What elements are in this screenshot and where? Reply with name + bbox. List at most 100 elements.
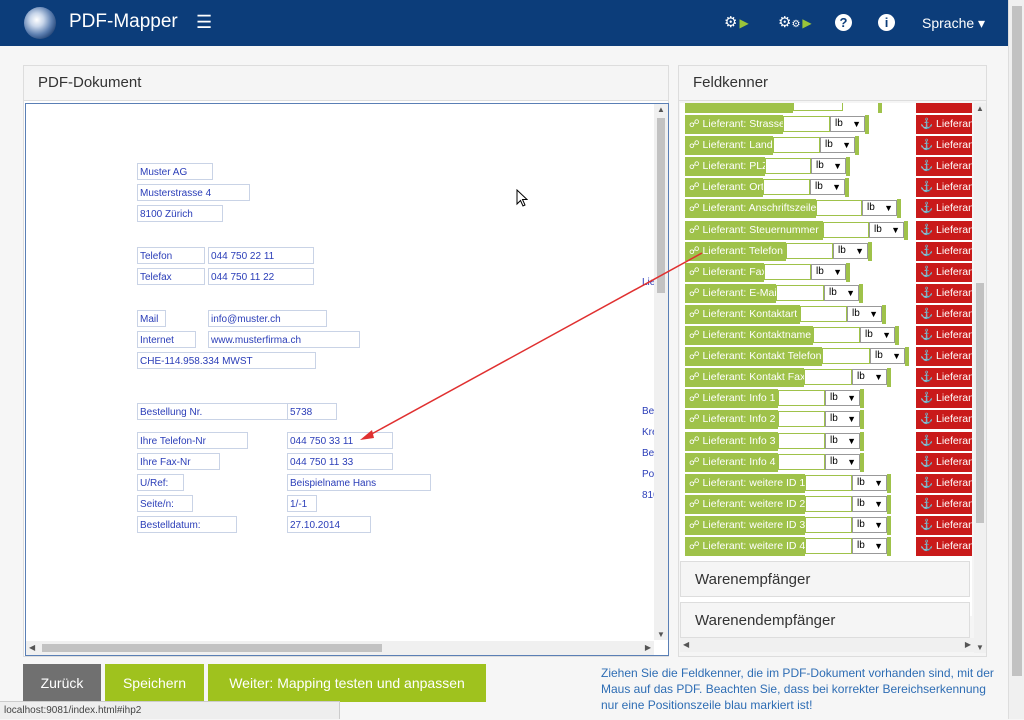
feld-anchor-button[interactable]: ⚓ Lieferan (916, 157, 972, 177)
feld-type-select[interactable]: lb ▼ (862, 200, 897, 217)
feld-tag-label[interactable]: ☍ Lieferant: Ort (685, 178, 764, 198)
feld-type-select[interactable]: lb ▼ (847, 305, 882, 322)
pdf-field[interactable]: www.musterfirma.ch (208, 331, 360, 348)
feld-type-select[interactable]: lb ▼ (833, 242, 868, 259)
pdf-field[interactable]: 810 (640, 487, 654, 504)
feld-item[interactable]: ☍ Lieferant: weitere ID 4 lb ▼ ⚓ Lieferan (680, 536, 972, 557)
feld-type-select[interactable]: lb ▼ (820, 137, 855, 154)
feld-type-select[interactable]: lb ▼ (825, 411, 860, 428)
feld-text-input[interactable] (786, 242, 833, 259)
pdf-field[interactable]: 044 750 11 33 (287, 453, 393, 470)
feld-item[interactable]: ☍ Lieferant: Kontakt Fax lb ▼ ⚓ Lieferan (680, 367, 972, 388)
feld-item[interactable]: ☍ Lieferant: Info 2 lb ▼ ⚓ Lieferan (680, 409, 972, 430)
feld-tag-label[interactable]: ☍ Lieferant: weitere ID 2 (685, 494, 805, 514)
feld-anchor-button[interactable]: ⚓ Lieferan (916, 136, 972, 156)
window-scrollbar[interactable] (1008, 0, 1024, 719)
feld-text-input[interactable] (813, 327, 860, 343)
feld-item[interactable]: ☍ Lieferant: Ort lb ▼ ⚓ Lieferan (680, 177, 972, 198)
settings-run-icon[interactable]: ⚙ ▶ (724, 13, 749, 31)
app-logo[interactable] (24, 7, 56, 39)
pdf-field[interactable]: Kre (640, 424, 654, 441)
feld-anchor-button[interactable]: ⚓ Lieferan (916, 262, 972, 282)
feld-item[interactable]: ☍ Lieferant: Land lb ▼ ⚓ Lieferan (680, 135, 972, 156)
feld-type-select[interactable]: lb ▼ (852, 474, 887, 491)
pdf-field[interactable]: 5738 (287, 403, 337, 420)
feld-type-select[interactable]: lb ▼ (852, 516, 887, 533)
help-icon[interactable]: ? (835, 14, 852, 31)
feld-item[interactable]: ☍ Lieferant: E-Mail lb ▼ ⚓ Lieferan (680, 283, 972, 304)
feld-anchor-button[interactable]: ⚓ Lieferan (916, 368, 972, 388)
feld-text-input[interactable] (783, 116, 830, 132)
feld-type-select[interactable]: lb ▼ (852, 495, 887, 512)
pdf-horizontal-scrollbar[interactable]: ◀ ▶ (26, 641, 654, 655)
feld-anchor-button[interactable]: ⚓ Lieferan (916, 452, 972, 472)
pdf-field[interactable]: U/Ref: (137, 474, 184, 491)
pdf-field[interactable]: Ihre Fax-Nr (137, 453, 220, 470)
pdf-field[interactable]: CHE-114.958.334 MWST (137, 352, 316, 369)
feld-type-select[interactable]: lb ▼ (830, 116, 865, 132)
feld-tag-label[interactable]: ☍ Lieferant: PLZ (685, 157, 769, 177)
feld-type-select[interactable]: lb ▼ (824, 284, 859, 301)
pdf-field[interactable]: 044 750 22 11 (208, 247, 314, 264)
feld-anchor-button[interactable]: ⚓ Lieferan (916, 494, 972, 514)
pdf-field[interactable]: Musterstrasse 4 (137, 184, 250, 201)
feld-item[interactable]: ☍ Lieferant: weitere ID 2 lb ▼ ⚓ Lieferan (680, 494, 972, 515)
feld-tag-label[interactable]: ☍ Lieferant: weitere ID 3 (685, 515, 805, 535)
feld-text-input[interactable] (805, 474, 852, 491)
feld-text-input[interactable] (778, 432, 825, 449)
pdf-field[interactable]: 1/-1 (287, 495, 317, 512)
feld-anchor-button[interactable]: ⚓ Lieferan (916, 115, 972, 134)
feld-item[interactable]: ☍ Lieferant: Info 3 lb ▼ ⚓ Lieferan (680, 431, 972, 452)
feld-type-select[interactable]: lb ▼ (825, 453, 860, 470)
feld-tag-label[interactable]: ☍ Lieferant: Info 2 (685, 410, 778, 430)
feld-item[interactable]: ☍ Lieferant: Kontaktname lb ▼ ⚓ Lieferan (680, 325, 972, 346)
feld-item[interactable]: ☍ Lieferant: Info 4 lb ▼ ⚓ Lieferan (680, 452, 972, 473)
pdf-field[interactable]: 27.10.2014 (287, 516, 371, 533)
pdf-field[interactable]: 044 750 33 11 (287, 432, 393, 449)
pdf-field[interactable]: Bestelldatum: (137, 516, 237, 533)
pdf-field[interactable]: Lie (640, 274, 654, 291)
menu-toggle-icon[interactable]: ☰ (196, 12, 212, 33)
next-button[interactable]: Weiter: Mapping testen und anpassen (208, 664, 486, 702)
feld-item[interactable]: ☍ Lieferant: Anschriftszeile lb ▼ ⚓ Liefera… (680, 198, 972, 219)
feld-text-input[interactable] (823, 221, 869, 238)
feld-tag-label[interactable]: ☍ Lieferant: E-Mail (685, 283, 779, 303)
multi-settings-run-icon[interactable]: ⚙⚙ ▶ (778, 13, 812, 31)
feld-tag-label[interactable]: ☍ Lieferant: Steuernummer (685, 220, 823, 240)
feld-text-input[interactable] (805, 538, 852, 554)
feld-type-select[interactable]: lb ▼ (852, 538, 887, 554)
feld-item[interactable]: ☍ Lieferant: Kontaktart lb ▼ ⚓ Lieferan (680, 304, 972, 325)
pdf-vertical-scrollbar[interactable]: ▲ ▼ (654, 104, 668, 640)
language-menu[interactable]: Sprache ▾ (922, 15, 985, 32)
feldkenner-vertical-scrollbar[interactable]: ▲ ▼ (974, 103, 986, 653)
pdf-field[interactable]: Mail (137, 310, 166, 327)
pdf-field[interactable]: 044 750 11 22 (208, 268, 314, 285)
feld-tag-label[interactable]: ☍ Lieferant: Info 3 (685, 431, 778, 451)
feld-text-input[interactable] (816, 200, 862, 217)
feld-tag-label[interactable]: ☍ Lieferant: Fax (685, 262, 767, 282)
pdf-field[interactable]: Beispielname Hans (287, 474, 431, 491)
feld-text-input[interactable] (805, 516, 852, 533)
save-button[interactable]: Speichern (105, 664, 204, 702)
feld-anchor-button[interactable]: ⚓ Lieferan (916, 326, 972, 345)
accordion-warenendempfaenger[interactable]: Warenendempfänger (680, 602, 970, 638)
feld-anchor-button[interactable]: ⚓ Lieferan (916, 199, 972, 219)
pdf-field[interactable]: Bestellung Nr. (137, 403, 288, 420)
feld-tag-label[interactable]: ☍ Lieferant: Kontakt Telefon (685, 347, 822, 367)
feld-text-input[interactable] (778, 390, 825, 407)
feld-tag-label[interactable]: ☍ Lieferant: Strasse (685, 115, 785, 134)
feld-text-input[interactable] (765, 158, 811, 175)
feld-tag-label[interactable]: ☍ Lieferant: weitere ID 4 (685, 537, 805, 556)
pdf-canvas[interactable]: Muster AG Musterstrasse 4 8100 Zürich Te… (25, 103, 669, 656)
back-button[interactable]: Zurück (23, 664, 101, 702)
feld-type-select[interactable]: lb ▼ (825, 390, 860, 407)
feld-type-select[interactable]: lb ▼ (810, 179, 845, 196)
feld-type-select[interactable]: lb ▼ (860, 327, 895, 343)
feld-type-select[interactable]: lb ▼ (870, 348, 905, 365)
pdf-field[interactable]: Muster AG (137, 163, 213, 180)
pdf-field[interactable]: Be (640, 445, 654, 462)
feld-tag-label[interactable]: ☍ Lieferant: Anschriftszeile (685, 199, 816, 219)
feld-item[interactable]: ☍ Lieferant: Steuernummer lb ▼ ⚓ Lieferan (680, 220, 972, 241)
feld-anchor-button[interactable]: ⚓ Lieferan (916, 515, 972, 535)
feld-item[interactable]: ☍ Lieferant: Info 1 lb ▼ ⚓ Lieferan (680, 388, 972, 409)
